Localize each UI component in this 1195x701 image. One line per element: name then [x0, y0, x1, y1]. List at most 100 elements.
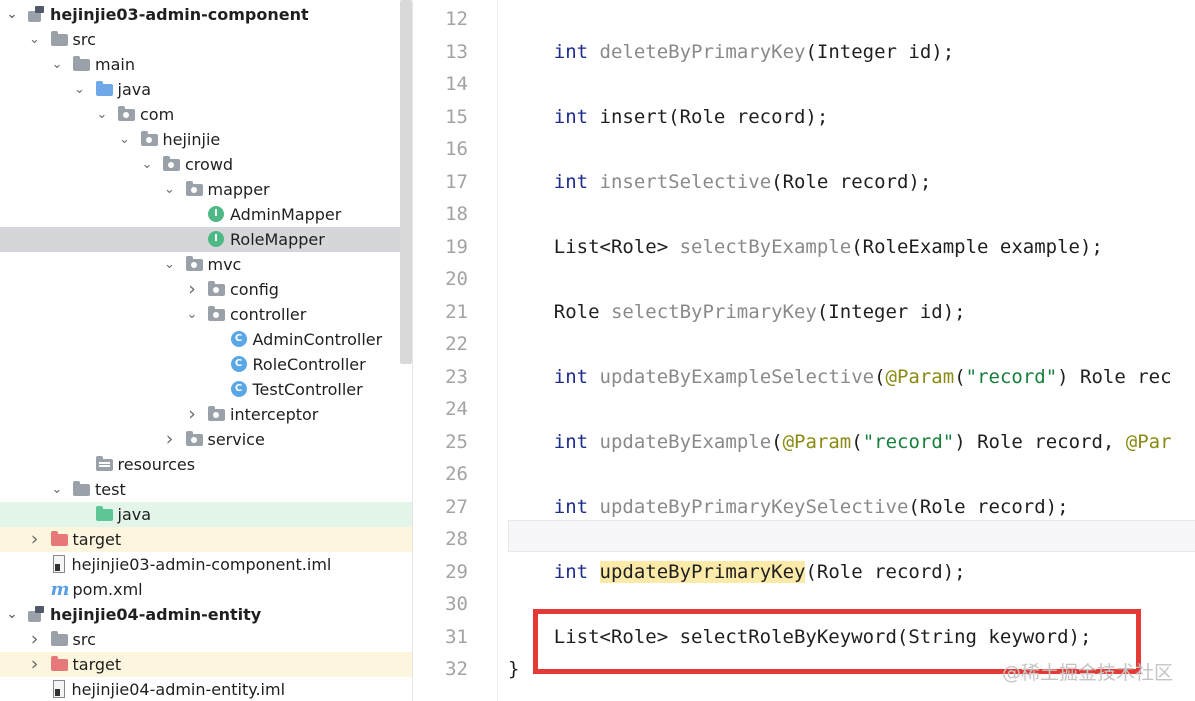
code-line[interactable]: Role selectByPrimaryKey(Integer id);: [508, 296, 1195, 328]
chevron-down-icon[interactable]: ⌄: [28, 27, 42, 52]
interface-icon: I: [208, 231, 224, 247]
code-line[interactable]: int insert(Role record);: [508, 101, 1195, 133]
tree-item-label: hejinjie03-admin-component: [50, 5, 309, 24]
chevron-right-icon[interactable]: ›: [28, 627, 42, 652]
tree-item[interactable]: › target: [0, 652, 412, 677]
class-icon: C: [230, 356, 247, 372]
code-editor[interactable]: int deleteByPrimaryKey(Integer id); int …: [498, 0, 1195, 701]
code-line[interactable]: int updateByExampleSelective(@Param("rec…: [508, 361, 1195, 393]
chevron-down-icon[interactable]: ⌄: [163, 252, 177, 277]
chevron-right-icon[interactable]: ›: [163, 427, 177, 452]
code-line[interactable]: [508, 263, 1195, 295]
tree-item-label: java: [117, 505, 152, 524]
tree-item[interactable]: ⌄ main: [0, 52, 412, 77]
tree-item[interactable]: C TestController: [0, 377, 412, 402]
tree-item-label: target: [72, 655, 122, 674]
tree-item[interactable]: ⌄ java: [0, 77, 412, 102]
line-number: 19: [445, 235, 468, 258]
chevron-right-icon[interactable]: ›: [185, 402, 199, 427]
folder-icon: [73, 56, 90, 71]
tree-item-label: AdminController: [252, 330, 383, 349]
code-line[interactable]: [508, 198, 1195, 230]
chevron-down-icon[interactable]: ⌄: [140, 152, 154, 177]
code-line[interactable]: [508, 133, 1195, 165]
tree-item[interactable]: m pom.xml: [0, 577, 412, 602]
tree-item[interactable]: hejinjie04-admin-entity.iml: [0, 677, 412, 701]
chevron-down-icon[interactable]: ⌄: [50, 52, 64, 77]
watermark: @稀土掘金技术社区: [1001, 662, 1173, 684]
chevron-down-icon[interactable]: ⌄: [5, 2, 19, 27]
package-icon: [185, 431, 203, 446]
tree-item[interactable]: ⌄ controller: [0, 302, 412, 327]
tree-item[interactable]: resources: [0, 452, 412, 477]
code-line[interactable]: List<Role> selectByExample(RoleExample e…: [508, 231, 1195, 263]
chevron-right-icon[interactable]: ›: [28, 652, 42, 677]
folder-icon: [50, 656, 68, 671]
chevron-down-icon[interactable]: ⌄: [118, 127, 132, 152]
tree-item[interactable]: ⌄ mapper: [0, 177, 412, 202]
tree-item[interactable]: ⌄ crowd: [0, 152, 412, 177]
tree-item[interactable]: › config: [0, 277, 412, 302]
folder-icon: [95, 506, 113, 521]
code-line[interactable]: [508, 3, 1195, 35]
chevron-right-icon[interactable]: ›: [28, 527, 42, 552]
code-line[interactable]: int insertSelective(Role record);: [508, 166, 1195, 198]
tree-item[interactable]: › service: [0, 427, 412, 452]
code-line[interactable]: int updateByPrimaryKey(Role record);: [508, 556, 1195, 588]
line-number: 26: [445, 463, 468, 485]
tree-scrollbar[interactable]: [400, 0, 412, 364]
line-number: 29: [445, 560, 468, 583]
tree-item[interactable]: C AdminController: [0, 327, 412, 352]
tree-item[interactable]: I RoleMapper: [0, 227, 412, 252]
folder-icon: [50, 631, 68, 646]
tree-item[interactable]: hejinjie03-admin-component.iml: [0, 552, 412, 577]
tree-item-label: main: [95, 55, 135, 74]
chevron-right-icon[interactable]: ›: [185, 277, 199, 302]
chevron-down-icon[interactable]: ⌄: [50, 477, 64, 502]
code-line[interactable]: [508, 523, 1195, 555]
tree-item[interactable]: C RoleController: [0, 352, 412, 377]
chevron-down-icon[interactable]: ⌄: [163, 177, 177, 202]
code-line[interactable]: [508, 393, 1195, 425]
chevron-down-icon[interactable]: ⌄: [95, 102, 109, 127]
code-line[interactable]: int deleteByPrimaryKey(Integer id);: [508, 36, 1195, 68]
tree-item-label: RoleController: [252, 355, 366, 374]
line-number: 12: [445, 8, 468, 30]
tree-item-label: src: [72, 30, 96, 49]
line-number: 14: [445, 73, 468, 95]
line-number: 21: [445, 300, 468, 323]
tree-item-label: controller: [230, 305, 307, 324]
line-number: 23: [445, 365, 468, 388]
tree-item[interactable]: ⌄ hejinjie: [0, 127, 412, 152]
tree-item[interactable]: › src: [0, 627, 412, 652]
project-tree[interactable]: ⌄ hejinjie03-admin-component ⌄ src ⌄ main ⌄ jav…: [0, 0, 412, 701]
code-line[interactable]: int updateByPrimaryKeySelective(Role rec…: [508, 491, 1195, 523]
iml-file-icon: [52, 680, 65, 698]
tree-item[interactable]: java: [0, 502, 412, 527]
package-icon: [185, 256, 203, 271]
tree-item[interactable]: › target: [0, 527, 412, 552]
code-line[interactable]: [508, 458, 1195, 490]
tree-item[interactable]: ⌄ com: [0, 102, 412, 127]
code-line[interactable]: [508, 68, 1195, 100]
tree-item-label: crowd: [185, 155, 234, 174]
tree-item[interactable]: I AdminMapper: [0, 202, 412, 227]
line-number: 25: [445, 430, 468, 453]
tree-item-label: java: [117, 80, 152, 99]
chevron-down-icon[interactable]: ⌄: [185, 302, 199, 327]
chevron-down-icon[interactable]: ⌄: [73, 77, 87, 102]
tree-item[interactable]: ⌄ src: [0, 27, 412, 52]
chevron-down-icon[interactable]: ⌄: [5, 602, 19, 627]
tree-item[interactable]: ⌄ hejinjie03-admin-component: [0, 2, 412, 27]
tree-item[interactable]: › interceptor: [0, 402, 412, 427]
package-icon: [118, 106, 135, 121]
tree-item-label: RoleMapper: [230, 230, 325, 249]
iml-file-icon: [52, 555, 65, 573]
tree-item[interactable]: ⌄ test: [0, 477, 412, 502]
tree-item-label: service: [207, 430, 265, 449]
class-icon: C: [230, 381, 247, 397]
code-line[interactable]: [508, 328, 1195, 360]
tree-item[interactable]: ⌄ mvc: [0, 252, 412, 277]
code-line[interactable]: int updateByExample(@Param("record") Rol…: [508, 426, 1195, 458]
tree-item[interactable]: ⌄ hejinjie04-admin-entity: [0, 602, 412, 627]
